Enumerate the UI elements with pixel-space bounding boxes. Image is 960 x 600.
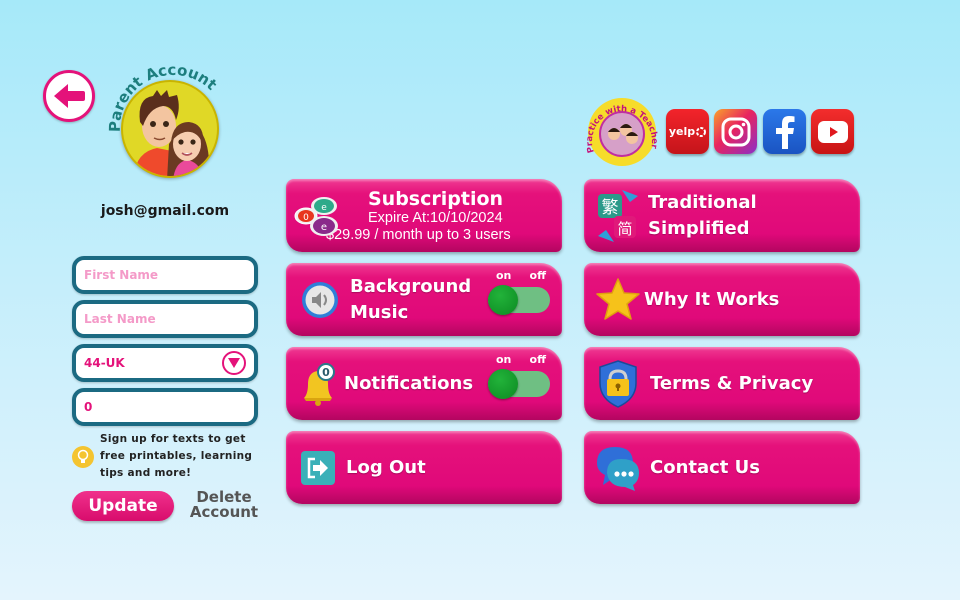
background-music-line2: Music [350,301,409,323]
notifications-label: Notifications [344,372,474,394]
practice-with-teacher-button[interactable]: Practice with a Teacher [584,92,660,168]
teacher-badge-icon: Practice with a Teacher [585,98,659,166]
star-icon [594,276,642,324]
toggle-on-label: on [496,353,512,366]
last-name-field[interactable] [72,300,258,338]
yelp-label: yelp [668,125,696,138]
toggle-off-label: off [529,353,546,366]
background-music-button[interactable]: Background Music on off [286,263,562,336]
back-button[interactable] [43,70,95,122]
yelp-button[interactable]: yelp [666,109,709,154]
subscription-title: Subscription [368,187,504,210]
toggle-off-label: off [529,269,546,282]
youtube-button[interactable] [811,109,854,154]
why-it-works-label: Why It Works [644,288,780,310]
log-out-label: Log Out [346,456,426,478]
subscription-expiry: Expire At:10/10/2024 [368,209,503,226]
chinese-script-switch-icon: 繁 简 [594,189,642,242]
background-music-toggle[interactable]: on off [488,269,550,327]
traditional-label: Traditional [648,191,757,213]
svg-text:0: 0 [303,213,309,223]
last-name-input[interactable] [84,312,246,326]
notification-count-badge: 0 [322,366,330,379]
log-out-button[interactable]: Log Out [286,431,562,504]
facebook-button[interactable] [763,109,806,154]
delete-account-button[interactable]: Delete Account [186,490,262,520]
notifications-toggle[interactable]: on off [488,353,550,411]
sms-tip-text: Sign up for texts to get free printables… [100,433,253,479]
delete-label-line2: Account [189,503,259,521]
notifications-button[interactable]: 0 Notifications on off [286,347,562,420]
bell-icon: 0 [294,360,342,408]
yelp-icon: yelp [668,125,707,138]
background-music-label: Background Music [350,274,471,326]
shield-lock-icon [594,359,642,408]
first-name-field[interactable] [72,256,258,294]
simplified-label: Simplified [648,217,750,239]
update-button[interactable]: Update [72,491,174,521]
simplified-char: 简 [617,220,632,238]
first-name-input[interactable] [84,268,246,282]
svg-text:e: e [321,222,327,233]
instagram-icon [721,117,750,146]
contact-us-label: Contact Us [650,456,761,478]
traditional-simplified-label: Traditional Simplified [648,190,757,242]
phone-field[interactable] [72,388,258,426]
triangle-down-icon [228,358,240,368]
dropdown-toggle[interactable] [222,351,246,375]
account-title: Parent Account [106,61,221,132]
youtube-icon [817,120,848,143]
account-title-arc: Parent Account [106,61,221,132]
facebook-icon [775,115,794,149]
arrow-left-icon [54,84,85,108]
lightbulb-icon [72,445,94,468]
account-email: josh@gmail.com [100,203,230,219]
terms-privacy-label: Terms & Privacy [650,372,814,394]
country-code-value: 44-UK [84,356,125,370]
parent-account-avatar: Parent Account [106,61,233,187]
why-it-works-button[interactable]: Why It Works [584,263,860,336]
toggle-knob[interactable] [488,369,518,399]
traditional-char: 繁 [602,198,619,218]
subscription-button[interactable]: 0 e e Subscription Expire At:10/10/2024 … [286,179,562,252]
phone-input[interactable] [84,400,246,414]
subscription-eggs-icon: 0 e e [294,192,344,240]
logout-icon [298,444,338,492]
subscription-price: $29.99 / month up to 3 users [326,226,511,243]
traditional-simplified-button[interactable]: 繁 简 Traditional Simplified [584,179,860,252]
toggle-knob[interactable] [488,285,518,315]
terms-privacy-button[interactable]: Terms & Privacy [584,347,860,420]
contact-us-button[interactable]: Contact Us [584,431,860,504]
chat-bubbles-icon [594,444,642,492]
toggle-on-label: on [496,269,512,282]
svg-text:e: e [321,203,327,213]
background-music-line1: Background [350,275,472,297]
subscription-info: Subscription Expire At:10/10/2024 $29.99… [326,187,511,244]
svg-text:Parent Account: Parent Account [106,61,221,132]
sms-tip: Sign up for texts to get free printables… [72,431,268,482]
speaker-icon [296,276,344,324]
country-code-select[interactable]: 44-UK [72,344,258,382]
instagram-button[interactable] [714,109,757,154]
